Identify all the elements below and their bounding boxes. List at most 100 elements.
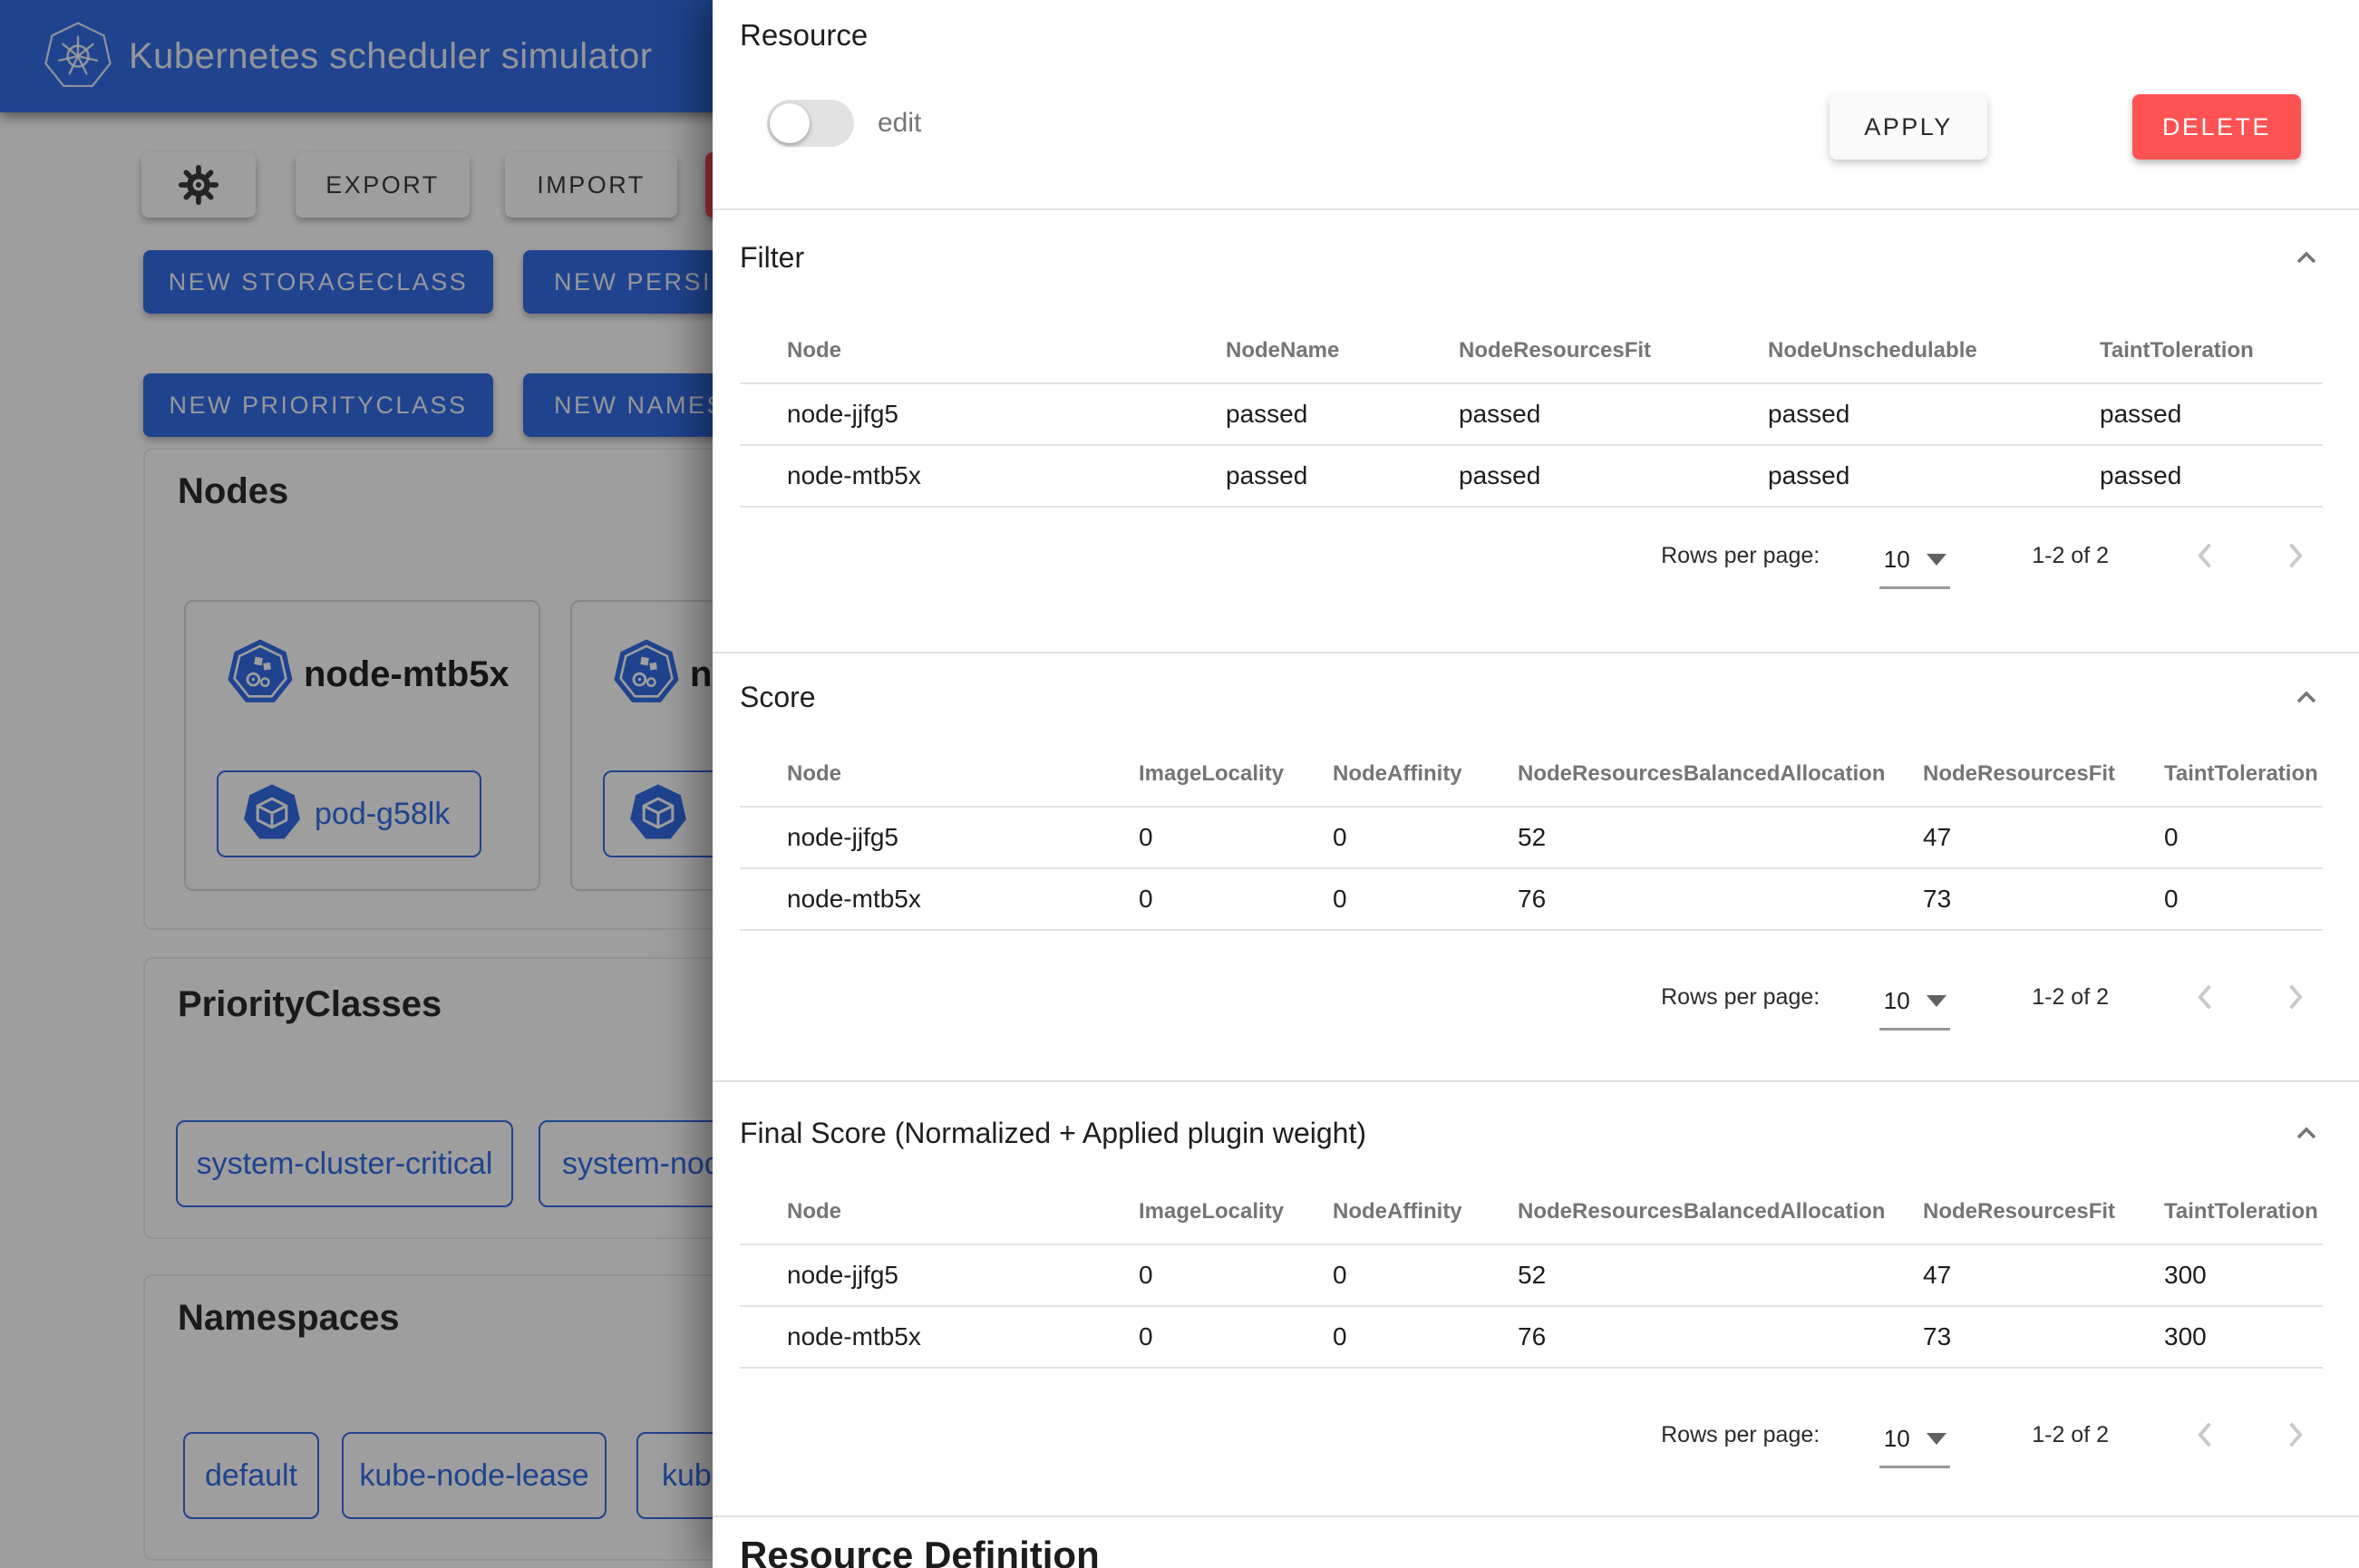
cell: 73 — [1923, 1306, 2164, 1368]
cell: node-jjfg5 — [740, 383, 1226, 445]
cell: 76 — [1518, 868, 1923, 930]
column-header: Node — [740, 1180, 1139, 1244]
pagination: Rows per page: 10 1-2 of 2 — [740, 524, 2314, 587]
pagination-range: 1-2 of 2 — [2032, 1422, 2109, 1448]
edit-toggle[interactable] — [767, 100, 854, 147]
score-section: Score Node ImageLocality NodeAffinity No… — [713, 652, 2359, 1082]
chevron-right-icon[interactable] — [2276, 1416, 2314, 1454]
filter-section-title: Filter — [740, 241, 804, 275]
dropdown-caret-icon — [1927, 1433, 1946, 1445]
chevron-up-icon[interactable] — [2290, 243, 2323, 276]
cell: passed — [1226, 383, 1459, 445]
delete-button[interactable]: DELETE — [2132, 94, 2301, 160]
column-header: ImageLocality — [1139, 1180, 1333, 1244]
column-header: NodeResourcesBalancedAllocation — [1518, 1180, 1923, 1244]
column-header: NodeAffinity — [1333, 742, 1518, 807]
table-row: node-mtb5x 0 0 76 73 300 — [740, 1306, 2323, 1368]
rows-per-page-label: Rows per page: — [1661, 984, 1820, 1011]
table-header-row: Node ImageLocality NodeAffinity NodeReso… — [740, 1180, 2323, 1244]
cell: 0 — [1139, 1306, 1333, 1368]
cell: node-mtb5x — [740, 868, 1139, 930]
drawer-title: Resource — [740, 18, 868, 53]
table-row: node-mtb5x passed passed passed passed — [740, 445, 2323, 507]
cell: node-mtb5x — [740, 445, 1226, 507]
rows-per-page-select[interactable]: 10 — [1879, 1425, 1950, 1468]
cell: 52 — [1518, 1244, 1923, 1306]
chevron-left-icon[interactable] — [2187, 537, 2225, 575]
resource-definition-title: Resource Definition — [740, 1534, 1100, 1568]
rows-per-page-select[interactable]: 10 — [1879, 987, 1950, 1031]
dropdown-caret-icon — [1927, 554, 1946, 566]
cell: passed — [1768, 383, 2100, 445]
table-header-row: Node ImageLocality NodeAffinity NodeReso… — [740, 742, 2323, 807]
edit-toggle-label: edit — [878, 100, 921, 147]
column-header: NodeAffinity — [1333, 1180, 1518, 1244]
final-score-section-title: Final Score (Normalized + Applied plugin… — [740, 1117, 1366, 1150]
final-score-table: Node ImageLocality NodeAffinity NodeReso… — [740, 1180, 2323, 1369]
cell: passed — [2100, 383, 2323, 445]
cell: 0 — [1139, 868, 1333, 930]
chevron-left-icon[interactable] — [2187, 978, 2225, 1016]
cell: node-jjfg5 — [740, 1244, 1139, 1306]
pagination: Rows per page: 10 1-2 of 2 — [740, 1403, 2314, 1466]
select-underline — [1879, 1466, 1950, 1468]
column-header: NodeResourcesBalancedAllocation — [1518, 742, 1923, 807]
chevron-up-icon[interactable] — [2290, 682, 2323, 715]
filter-table: Node NodeName NodeResourcesFit NodeUnsch… — [740, 319, 2323, 508]
column-header: NodeUnschedulable — [1768, 319, 2100, 383]
score-section-title: Score — [740, 681, 816, 714]
column-header: NodeResourcesFit — [1923, 1180, 2164, 1244]
cell: 47 — [1923, 807, 2164, 868]
column-header: NodeName — [1226, 319, 1459, 383]
pagination-range: 1-2 of 2 — [2032, 984, 2109, 1011]
table-row: node-jjfg5 0 0 52 47 0 — [740, 807, 2323, 868]
cell: passed — [1459, 445, 1768, 507]
cell: 0 — [1333, 1244, 1518, 1306]
chevron-right-icon[interactable] — [2276, 978, 2314, 1016]
cell: 300 — [2164, 1306, 2323, 1368]
cell: 0 — [1139, 807, 1333, 868]
edit-toggle-thumb — [770, 103, 810, 143]
column-header: NodeResourcesFit — [1923, 742, 2164, 807]
rows-per-page-label: Rows per page: — [1661, 543, 1820, 569]
screen: Kubernetes scheduler simulator EXPORT IM… — [0, 0, 2359, 1568]
select-underline — [1879, 1028, 1950, 1031]
final-score-section: Final Score (Normalized + Applied plugin… — [713, 1080, 2359, 1517]
rows-per-page-value: 10 — [1884, 987, 1910, 1015]
pagination: Rows per page: 10 1-2 of 2 — [740, 965, 2314, 1029]
cell: passed — [1459, 383, 1768, 445]
cell: 47 — [1923, 1244, 2164, 1306]
cell: 0 — [1139, 1244, 1333, 1306]
cell: 52 — [1518, 807, 1923, 868]
cell: node-jjfg5 — [740, 807, 1139, 868]
column-header: NodeResourcesFit — [1459, 319, 1768, 383]
table-row: node-jjfg5 0 0 52 47 300 — [740, 1244, 2323, 1306]
column-header: TaintToleration — [2164, 742, 2323, 807]
table-row: node-mtb5x 0 0 76 73 0 — [740, 868, 2323, 930]
cell: node-mtb5x — [740, 1306, 1139, 1368]
column-header: Node — [740, 319, 1226, 383]
rows-per-page-label: Rows per page: — [1661, 1422, 1820, 1448]
select-underline — [1879, 586, 1950, 589]
column-header: ImageLocality — [1139, 742, 1333, 807]
table-row: node-jjfg5 passed passed passed passed — [740, 383, 2323, 445]
column-header: TaintToleration — [2100, 319, 2323, 383]
apply-button[interactable]: APPLY — [1830, 94, 1987, 160]
cell: 73 — [1923, 868, 2164, 930]
filter-section: Filter Node NodeName NodeResourcesFit No… — [713, 208, 2359, 653]
rows-per-page-value: 10 — [1884, 546, 1910, 574]
resource-drawer: Resource edit APPLY DELETE Filter Node N… — [713, 0, 2359, 1568]
cell: 300 — [2164, 1244, 2323, 1306]
cell: 0 — [1333, 868, 1518, 930]
column-header: Node — [740, 742, 1139, 807]
cell: 0 — [2164, 807, 2323, 868]
cell: 0 — [1333, 1306, 1518, 1368]
chevron-up-icon[interactable] — [2290, 1118, 2323, 1151]
score-table: Node ImageLocality NodeAffinity NodeReso… — [740, 742, 2323, 931]
rows-per-page-select[interactable]: 10 — [1879, 546, 1950, 589]
column-header: TaintToleration — [2164, 1180, 2323, 1244]
chevron-left-icon[interactable] — [2187, 1416, 2225, 1454]
chevron-right-icon[interactable] — [2276, 537, 2314, 575]
cell: 76 — [1518, 1306, 1923, 1368]
table-header-row: Node NodeName NodeResourcesFit NodeUnsch… — [740, 319, 2323, 383]
